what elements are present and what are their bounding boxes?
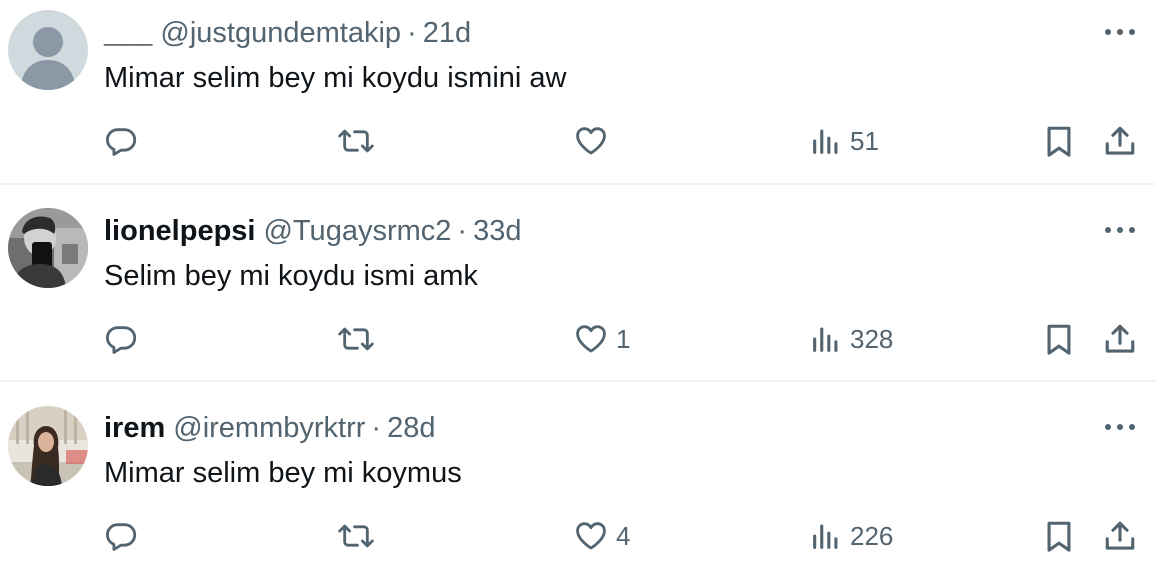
avatar[interactable] [8, 10, 88, 90]
like-count: 4 [616, 520, 631, 551]
views-button[interactable]: 51 [810, 121, 879, 161]
tweet-text: Mimar selim bey mi koydu ismini aw [104, 62, 567, 94]
reply-icon [105, 523, 137, 551]
bookmark-button[interactable] [1043, 516, 1075, 556]
more-options-button[interactable] [1100, 215, 1140, 245]
tweet-actions: 4 226 [0, 516, 1156, 556]
reply-feed: ___ @justgundemtakip · 21d Mimar selim bey … [0, 0, 1156, 572]
bookmark-icon [1047, 324, 1071, 355]
heart-icon [576, 127, 606, 155]
timestamp[interactable]: 33d [473, 215, 521, 247]
bookmark-icon [1047, 126, 1071, 157]
retweet-icon [338, 327, 374, 351]
more-dots-icon [1105, 29, 1135, 35]
tweet-actions: 1 328 [0, 319, 1156, 359]
tweet-header: lionelpepsi @Tugaysrmc2 · 33d [104, 213, 1076, 249]
like-button[interactable] [574, 121, 616, 161]
view-count: 51 [850, 125, 879, 156]
heart-icon [576, 522, 606, 550]
tweet[interactable]: lionelpepsi @Tugaysrmc2 · 33d Selim bey mi … [0, 185, 1156, 382]
tweet-header: ___ @justgundemtakip · 21d [104, 15, 1076, 51]
avatar[interactable] [8, 208, 88, 288]
more-options-button[interactable] [1100, 17, 1140, 47]
bookmark-button[interactable] [1043, 319, 1075, 359]
display-name[interactable]: ___ [104, 17, 152, 49]
user-photo-avatar [8, 208, 88, 288]
user-handle[interactable]: @Tugaysrmc2 [263, 215, 451, 247]
view-count: 226 [850, 520, 894, 551]
like-button[interactable]: 4 [574, 516, 630, 556]
retweet-button[interactable] [337, 516, 383, 556]
user-handle[interactable]: @justgundemtakip [160, 17, 401, 49]
like-count: 1 [616, 323, 631, 354]
analytics-icon [813, 327, 838, 352]
views-button[interactable]: 226 [810, 516, 893, 556]
separator-dot: · [457, 215, 468, 247]
share-icon [1105, 324, 1135, 353]
reply-button[interactable] [104, 319, 146, 359]
retweet-button[interactable] [337, 121, 383, 161]
separator-dot: · [407, 17, 417, 49]
display-name[interactable]: irem [104, 412, 165, 444]
tweet-text: Mimar selim bey mi koymus [104, 457, 462, 489]
like-button[interactable]: 1 [574, 319, 630, 359]
share-button[interactable] [1102, 121, 1138, 161]
avatar[interactable] [8, 406, 88, 486]
retweet-icon [338, 129, 374, 153]
reply-button[interactable] [104, 121, 146, 161]
share-icon [1105, 521, 1135, 550]
retweet-icon [338, 524, 374, 548]
bookmark-button[interactable] [1043, 121, 1075, 161]
default-avatar-icon [8, 10, 88, 90]
share-icon [1105, 126, 1135, 155]
view-count: 328 [850, 323, 894, 354]
tweet-text: Selim bey mi koydu ismi amk [104, 260, 478, 292]
analytics-icon [813, 524, 838, 549]
more-dots-icon [1105, 424, 1135, 430]
analytics-icon [813, 129, 838, 154]
more-options-button[interactable] [1100, 412, 1140, 442]
tweet[interactable]: irem @iremmbyrktrr · 28d Mimar selim bey mi… [0, 382, 1156, 582]
timestamp[interactable]: 21d [423, 17, 471, 49]
share-button[interactable] [1102, 516, 1138, 556]
views-button[interactable]: 328 [810, 319, 893, 359]
timestamp[interactable]: 28d [387, 412, 435, 444]
reply-icon [105, 326, 137, 354]
reply-button[interactable] [104, 516, 146, 556]
reply-icon [105, 128, 137, 156]
display-name[interactable]: lionelpepsi [104, 215, 255, 247]
tweet-actions: 51 [0, 121, 1156, 161]
retweet-button[interactable] [337, 319, 383, 359]
user-photo-avatar [8, 406, 88, 486]
tweet[interactable]: ___ @justgundemtakip · 21d Mimar selim bey … [0, 0, 1156, 185]
tweet-header: irem @iremmbyrktrr · 28d [104, 410, 1076, 446]
user-handle[interactable]: @iremmbyrktrr [173, 412, 365, 444]
more-dots-icon [1105, 227, 1135, 233]
bookmark-icon [1047, 521, 1071, 552]
separator-dot: · [371, 412, 382, 444]
heart-icon [576, 325, 606, 353]
share-button[interactable] [1102, 319, 1138, 359]
